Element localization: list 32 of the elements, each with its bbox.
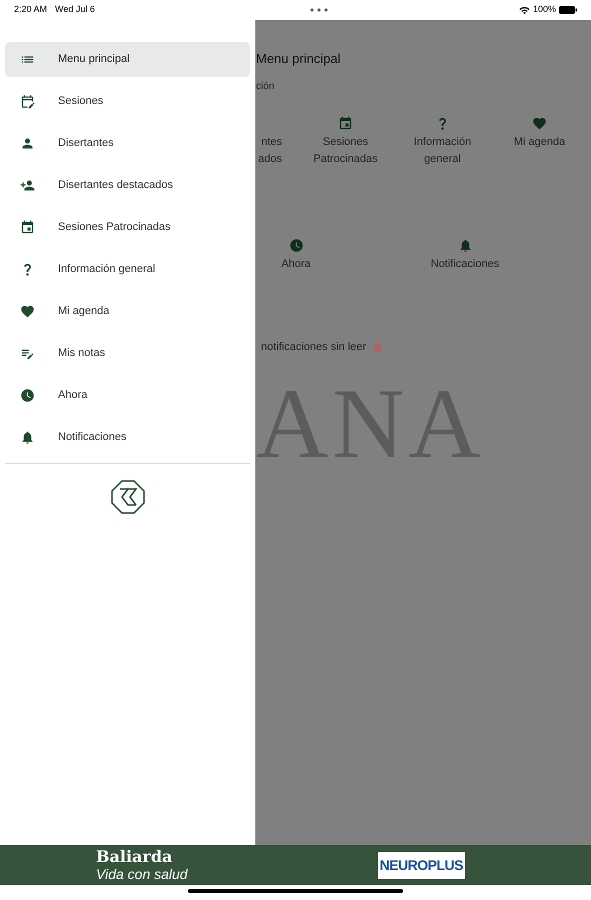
person-icon [20,136,35,151]
notice-text: notificaciones sin leer [261,340,366,355]
drawer-item[interactable]: Menu principal [5,42,250,77]
brand-tagline: Vida con salud [96,866,188,882]
calendar-icon [338,116,353,131]
status-date: Wed Jul 6 [55,3,95,16]
page-subtitle: ción [256,80,276,94]
tile-label[interactable]: Notificaciones [430,256,500,273]
more-dots-icon [310,8,328,12]
tile-label[interactable]: Información general [394,134,491,168]
tile-label[interactable]: ados [258,151,282,168]
tile-label[interactable]: ntes [261,134,282,151]
brand-name: Baliarda [96,848,174,866]
battery-percent: 100% [532,3,556,16]
status-time: 2:20 AM [14,3,48,16]
heart-icon [532,116,547,131]
battery-icon [559,6,577,14]
bell-icon [371,340,384,354]
clock-icon [20,388,35,403]
person-add-icon [20,178,35,193]
wifi-icon [518,4,530,16]
product-logo: NEUROPLUS [378,852,465,878]
tile-label[interactable]: Ahora [281,256,311,273]
calendar-icon [20,220,35,235]
calendar-icon [20,94,35,109]
tile-label[interactable]: Mi agenda [514,134,566,151]
page-title: Menu principal [256,51,342,67]
clock-icon [288,238,304,253]
heart-icon [20,304,35,319]
tile-label[interactable]: Sesiones Patrocinadas [297,134,394,168]
bell-icon [20,430,35,445]
bell-icon [458,238,472,253]
